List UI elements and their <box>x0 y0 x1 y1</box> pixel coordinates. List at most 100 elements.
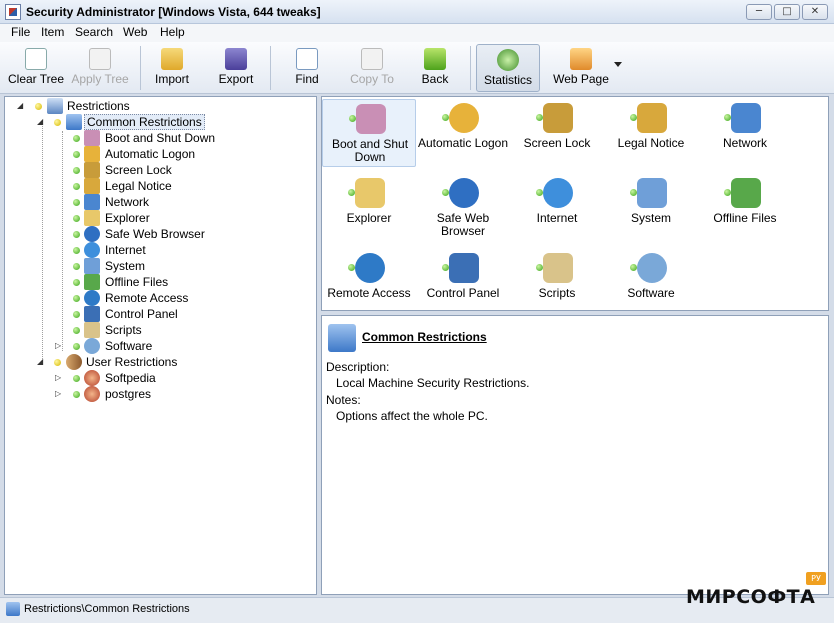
status-dot-icon <box>73 327 80 334</box>
tree-label: Common Restrictions <box>84 114 205 130</box>
tree-node-explorer[interactable]: Explorer <box>5 210 305 226</box>
web-page-dropdown-arrow[interactable] <box>614 62 622 67</box>
tree-node-safe-web-browser[interactable]: Safe Web Browser <box>5 226 305 242</box>
collapse-arrow-icon[interactable]: ◢ <box>37 354 45 370</box>
tree-node-screen-lock[interactable]: Screen Lock <box>5 162 305 178</box>
window-title: Security Administrator [Windows Vista, 6… <box>26 5 321 19</box>
copy-to-button[interactable]: Copy To <box>344 44 400 92</box>
icon-scripts[interactable]: Scripts <box>510 249 604 317</box>
collapse-arrow-icon[interactable]: ◢ <box>37 114 45 130</box>
tree-label: postgres <box>105 387 152 401</box>
back-arrow-icon <box>424 48 446 70</box>
icon-network[interactable]: Network <box>698 99 792 167</box>
icon-software[interactable]: Software <box>604 249 698 317</box>
icon-caption: Software <box>627 286 675 300</box>
icon-boot-and-shut-down[interactable]: Boot and Shut Down <box>322 99 416 167</box>
system-monitor-icon <box>84 258 100 274</box>
icon-caption: Internet <box>536 211 578 225</box>
icon-automatic-logon[interactable]: Automatic Logon <box>416 99 510 167</box>
tree-node-software[interactable]: ▷ Software <box>5 338 305 354</box>
screen-lock-icon <box>84 162 100 178</box>
menu-file[interactable]: File <box>11 25 30 39</box>
icon-screen-lock[interactable]: Screen Lock <box>510 99 604 167</box>
description-label: Description: <box>326 360 390 374</box>
tree-node-boot-and-shut-down[interactable]: Boot and Shut Down <box>5 130 305 146</box>
icon-remote-access[interactable]: Remote Access <box>322 249 416 317</box>
status-dot-icon <box>73 183 80 190</box>
expand-arrow-icon[interactable]: ▷ <box>55 338 63 354</box>
status-path: Restrictions\Common Restrictions <box>24 603 190 615</box>
offline-files-icon <box>84 274 100 290</box>
expand-arrow-icon[interactable]: ▷ <box>55 386 63 402</box>
boot-shutdown-icon <box>84 130 100 146</box>
tree-node-control-panel[interactable]: Control Panel <box>5 306 305 322</box>
icon-control-panel[interactable]: Control Panel <box>416 249 510 317</box>
find-magnifier-icon <box>296 48 318 70</box>
new-document-icon <box>25 48 47 70</box>
toolbar-separator <box>140 46 141 90</box>
status-dot-icon <box>630 189 637 196</box>
tree-node-restrictions[interactable]: ◢ Restrictions <box>5 98 305 114</box>
status-dot-icon <box>724 114 731 121</box>
icon-caption: Control Panel <box>426 286 500 300</box>
tree-node-legal-notice[interactable]: Legal Notice <box>5 178 305 194</box>
software-gear-icon <box>637 253 667 283</box>
apply-tree-button[interactable]: Apply Tree <box>70 44 130 92</box>
tree-node-internet[interactable]: Internet <box>5 242 305 258</box>
tree-node-common-restrictions[interactable]: ◢ Common Restrictions <box>5 114 305 130</box>
tree-label: User Restrictions <box>86 355 178 369</box>
legal-notice-icon <box>637 103 667 133</box>
back-button[interactable]: Back <box>412 44 458 92</box>
status-dot-icon <box>630 264 637 271</box>
expand-arrow-icon[interactable]: ▷ <box>55 370 63 386</box>
status-dot-icon <box>54 119 61 126</box>
tree-label: Software <box>105 339 153 353</box>
offline-files-icon <box>731 178 761 208</box>
collapse-arrow-icon[interactable]: ◢ <box>17 98 25 114</box>
icon-legal-notice[interactable]: Legal Notice <box>604 99 698 167</box>
import-folder-icon <box>161 48 183 70</box>
details-title: Common Restrictions <box>362 330 487 344</box>
tree-node-scripts[interactable]: Scripts <box>5 322 305 338</box>
close-button[interactable]: ✕ <box>802 4 828 20</box>
statistics-button[interactable]: Statistics <box>476 44 540 92</box>
status-dot-icon <box>442 114 449 121</box>
tree-node-automatic-logon[interactable]: Automatic Logon <box>5 146 305 162</box>
computer-icon <box>6 602 20 616</box>
icon-internet[interactable]: Internet <box>510 174 604 242</box>
tree-node-postgres[interactable]: ▷ postgres <box>5 386 305 402</box>
icon-system[interactable]: System <box>604 174 698 242</box>
tree-node-user-restrictions[interactable]: ◢ User Restrictions <box>5 354 305 370</box>
back-label: Back <box>421 72 449 86</box>
minimize-button[interactable]: ─ <box>746 4 772 20</box>
export-button[interactable]: Export <box>212 44 260 92</box>
find-button[interactable]: Find <box>284 44 330 92</box>
status-dot-icon <box>73 215 80 222</box>
tree-node-offline-files[interactable]: Offline Files <box>5 274 305 290</box>
internet-explorer-icon <box>543 178 573 208</box>
web-page-button[interactable]: Web Page <box>550 44 612 92</box>
tree-node-network[interactable]: Network <box>5 194 305 210</box>
tree-node-remote-access[interactable]: Remote Access <box>5 290 305 306</box>
remote-access-icon <box>84 290 100 306</box>
globe-icon <box>449 178 479 208</box>
menu-web[interactable]: Web <box>123 25 147 39</box>
import-button[interactable]: Import <box>148 44 196 92</box>
status-dot-icon <box>349 115 356 122</box>
menu-help[interactable]: Help <box>160 25 185 39</box>
menu-item[interactable]: Item <box>41 25 64 39</box>
tree-node-softpedia[interactable]: ▷ Softpedia <box>5 370 305 386</box>
toolbar-separator <box>270 46 271 90</box>
icon-safe-web-browser[interactable]: Safe Web Browser <box>416 174 510 242</box>
maximize-button[interactable]: □ <box>774 4 800 20</box>
tree-node-system[interactable]: System <box>5 258 305 274</box>
software-gear-icon <box>84 338 100 354</box>
icon-offline-files[interactable]: Offline Files <box>698 174 792 242</box>
menu-search[interactable]: Search <box>75 25 113 39</box>
restrictions-tree[interactable]: ◢ Restrictions ◢ Common Restrictions Boo… <box>4 96 317 595</box>
icon-explorer[interactable]: Explorer <box>322 174 416 242</box>
clear-tree-button[interactable]: Clear Tree <box>6 44 66 92</box>
title-bar: Security Administrator [Windows Vista, 6… <box>0 0 834 24</box>
icon-caption: Scripts <box>538 286 576 300</box>
network-icon <box>84 194 100 210</box>
